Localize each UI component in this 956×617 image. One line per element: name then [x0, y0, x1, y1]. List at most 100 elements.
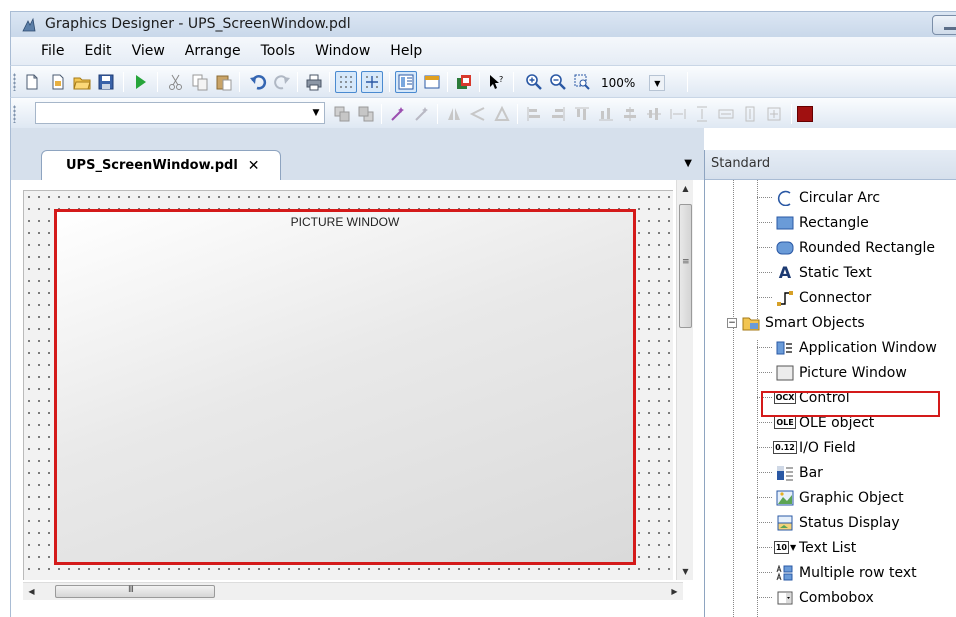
zoom-in-icon[interactable]: [523, 71, 545, 93]
static-text-icon: A: [778, 263, 792, 282]
zoom-value: 100%: [601, 76, 636, 90]
standard-toolbar: ? 100% ▼: [10, 65, 956, 97]
scroll-up-icon[interactable]: ▲: [677, 180, 694, 197]
print-icon[interactable]: [303, 71, 325, 93]
tree-item-bar[interactable]: Bar: [757, 460, 823, 485]
picture-window-icon: [775, 364, 795, 382]
menu-edit[interactable]: Edit: [84, 43, 111, 59]
same-height-icon[interactable]: [739, 103, 761, 125]
horizontal-scroll-thumb[interactable]: [55, 585, 215, 598]
snap-to-grid-icon[interactable]: [361, 71, 383, 93]
save-icon[interactable]: [95, 71, 117, 93]
chevron-down-icon[interactable]: ▼: [649, 75, 666, 91]
panel-tab-standard[interactable]: Standard: [705, 150, 956, 180]
status-display-icon: [775, 514, 795, 532]
magic-wand-icon[interactable]: [387, 103, 409, 125]
menu-tools[interactable]: Tools: [261, 43, 296, 59]
zoom-out-icon[interactable]: [547, 71, 569, 93]
tree-item-rectangle[interactable]: Rectangle: [757, 210, 869, 235]
tree-item-graphic-object[interactable]: Graphic Object: [757, 485, 904, 510]
chevron-down-icon[interactable]: ▼: [308, 103, 324, 123]
rotate-icon[interactable]: [491, 103, 513, 125]
alignment-toolbar: ▼: [10, 97, 956, 128]
scroll-down-icon[interactable]: ▼: [677, 563, 694, 580]
object-palette-icon[interactable]: [421, 71, 443, 93]
bar-icon: [775, 464, 795, 482]
object-palette-panel: Standard Circular Arc Rectangle Rounded …: [704, 150, 956, 617]
align-right-icon[interactable]: [547, 103, 569, 125]
copy-icon[interactable]: [189, 71, 211, 93]
window-title: Graphics Designer - UPS_ScreenWindow.pdl: [45, 16, 351, 32]
zoom-combobox[interactable]: 100% ▼: [595, 74, 675, 92]
tree-item-multiple-row-text[interactable]: Multiple row text: [757, 560, 917, 585]
tree-item-application-window[interactable]: Application Window: [757, 335, 937, 360]
scroll-right-icon[interactable]: ▶: [666, 583, 683, 600]
svg-text:?: ?: [499, 75, 503, 84]
folder-icon: [741, 314, 761, 332]
vertical-scroll-thumb[interactable]: [679, 204, 692, 328]
horizontal-scrollbar[interactable]: ◀ ▶: [23, 582, 683, 600]
tree-item-rounded-rectangle[interactable]: Rounded Rectangle: [757, 235, 935, 260]
tree-item-connector[interactable]: Connector: [757, 285, 871, 310]
tree-item-static-text[interactable]: A Static Text: [757, 260, 872, 285]
tree-group-smart-objects[interactable]: − Smart Objects: [727, 310, 865, 335]
send-to-back-icon[interactable]: [355, 103, 377, 125]
bring-to-front-icon[interactable]: [331, 103, 353, 125]
tree-item-circular-arc[interactable]: Circular Arc: [757, 185, 880, 210]
new-icon[interactable]: [21, 71, 43, 93]
same-width-icon[interactable]: [715, 103, 737, 125]
runtime-start-icon[interactable]: [129, 71, 151, 93]
object-tree: Circular Arc Rectangle Rounded Rectangle…: [705, 180, 956, 617]
properties-icon[interactable]: [395, 71, 417, 93]
tree-item-text-list[interactable]: 10 ▼ Text List: [757, 535, 856, 560]
menu-view[interactable]: View: [132, 43, 165, 59]
paste-icon[interactable]: [213, 71, 235, 93]
minimize-button[interactable]: [932, 15, 956, 35]
picture-window-object[interactable]: PICTURE WINDOW: [54, 209, 636, 565]
scroll-left-icon[interactable]: ◀: [23, 583, 40, 600]
undo-icon[interactable]: [247, 71, 269, 93]
menu-arrange[interactable]: Arrange: [185, 43, 241, 59]
menu-bar: File Edit View Arrange Tools Window Help: [10, 37, 956, 65]
center-vertical-icon[interactable]: [643, 103, 665, 125]
magic-wand-disabled-icon[interactable]: [411, 103, 433, 125]
menu-file[interactable]: File: [41, 43, 64, 59]
drawing-canvas[interactable]: PICTURE WINDOW: [23, 190, 673, 580]
new-from-template-icon[interactable]: [47, 71, 69, 93]
toolbar-grip[interactable]: [13, 105, 16, 123]
center-horizontal-icon[interactable]: [619, 103, 641, 125]
mirror-vertical-icon[interactable]: [443, 103, 465, 125]
cut-icon[interactable]: [165, 71, 187, 93]
menu-window[interactable]: Window: [315, 43, 370, 59]
mirror-horizontal-icon[interactable]: [467, 103, 489, 125]
tree-item-picture-window[interactable]: Picture Window: [757, 360, 907, 385]
menu-help[interactable]: Help: [390, 43, 422, 59]
tree-item-status-display[interactable]: Status Display: [757, 510, 900, 535]
fill-color-swatch[interactable]: [797, 106, 813, 122]
align-left-icon[interactable]: [523, 103, 545, 125]
collapse-icon[interactable]: −: [727, 317, 737, 328]
tab-list-dropdown-icon[interactable]: ▼: [684, 158, 692, 169]
library-icon[interactable]: [453, 71, 475, 93]
align-top-icon[interactable]: [571, 103, 593, 125]
tree-item-io-field[interactable]: 0.12 I/O Field: [757, 435, 856, 460]
rounded-rectangle-icon: [775, 239, 795, 257]
align-bottom-icon[interactable]: [595, 103, 617, 125]
zoom-area-icon[interactable]: [571, 71, 593, 93]
tree-item-combobox[interactable]: Combobox: [757, 585, 874, 610]
vertical-scrollbar[interactable]: ▲ ▼: [676, 180, 693, 580]
close-icon[interactable]: ✕: [248, 158, 260, 174]
help-pointer-icon[interactable]: ?: [485, 71, 507, 93]
multiple-row-text-icon: [775, 564, 795, 582]
toolbar-grip[interactable]: [13, 73, 16, 91]
open-folder-icon[interactable]: [71, 71, 93, 93]
tab-ups-screenwindow[interactable]: UPS_ScreenWindow.pdl ✕: [41, 150, 281, 180]
same-size-icon[interactable]: [763, 103, 785, 125]
space-vertical-icon[interactable]: [691, 103, 713, 125]
document-tab-strip: UPS_ScreenWindow.pdl ✕ ▼: [10, 150, 704, 180]
redo-icon[interactable]: [271, 71, 293, 93]
graphic-object-icon: [775, 489, 795, 507]
space-horizontal-icon[interactable]: [667, 103, 689, 125]
grid-icon[interactable]: [335, 71, 357, 93]
object-name-combobox[interactable]: ▼: [35, 102, 325, 124]
